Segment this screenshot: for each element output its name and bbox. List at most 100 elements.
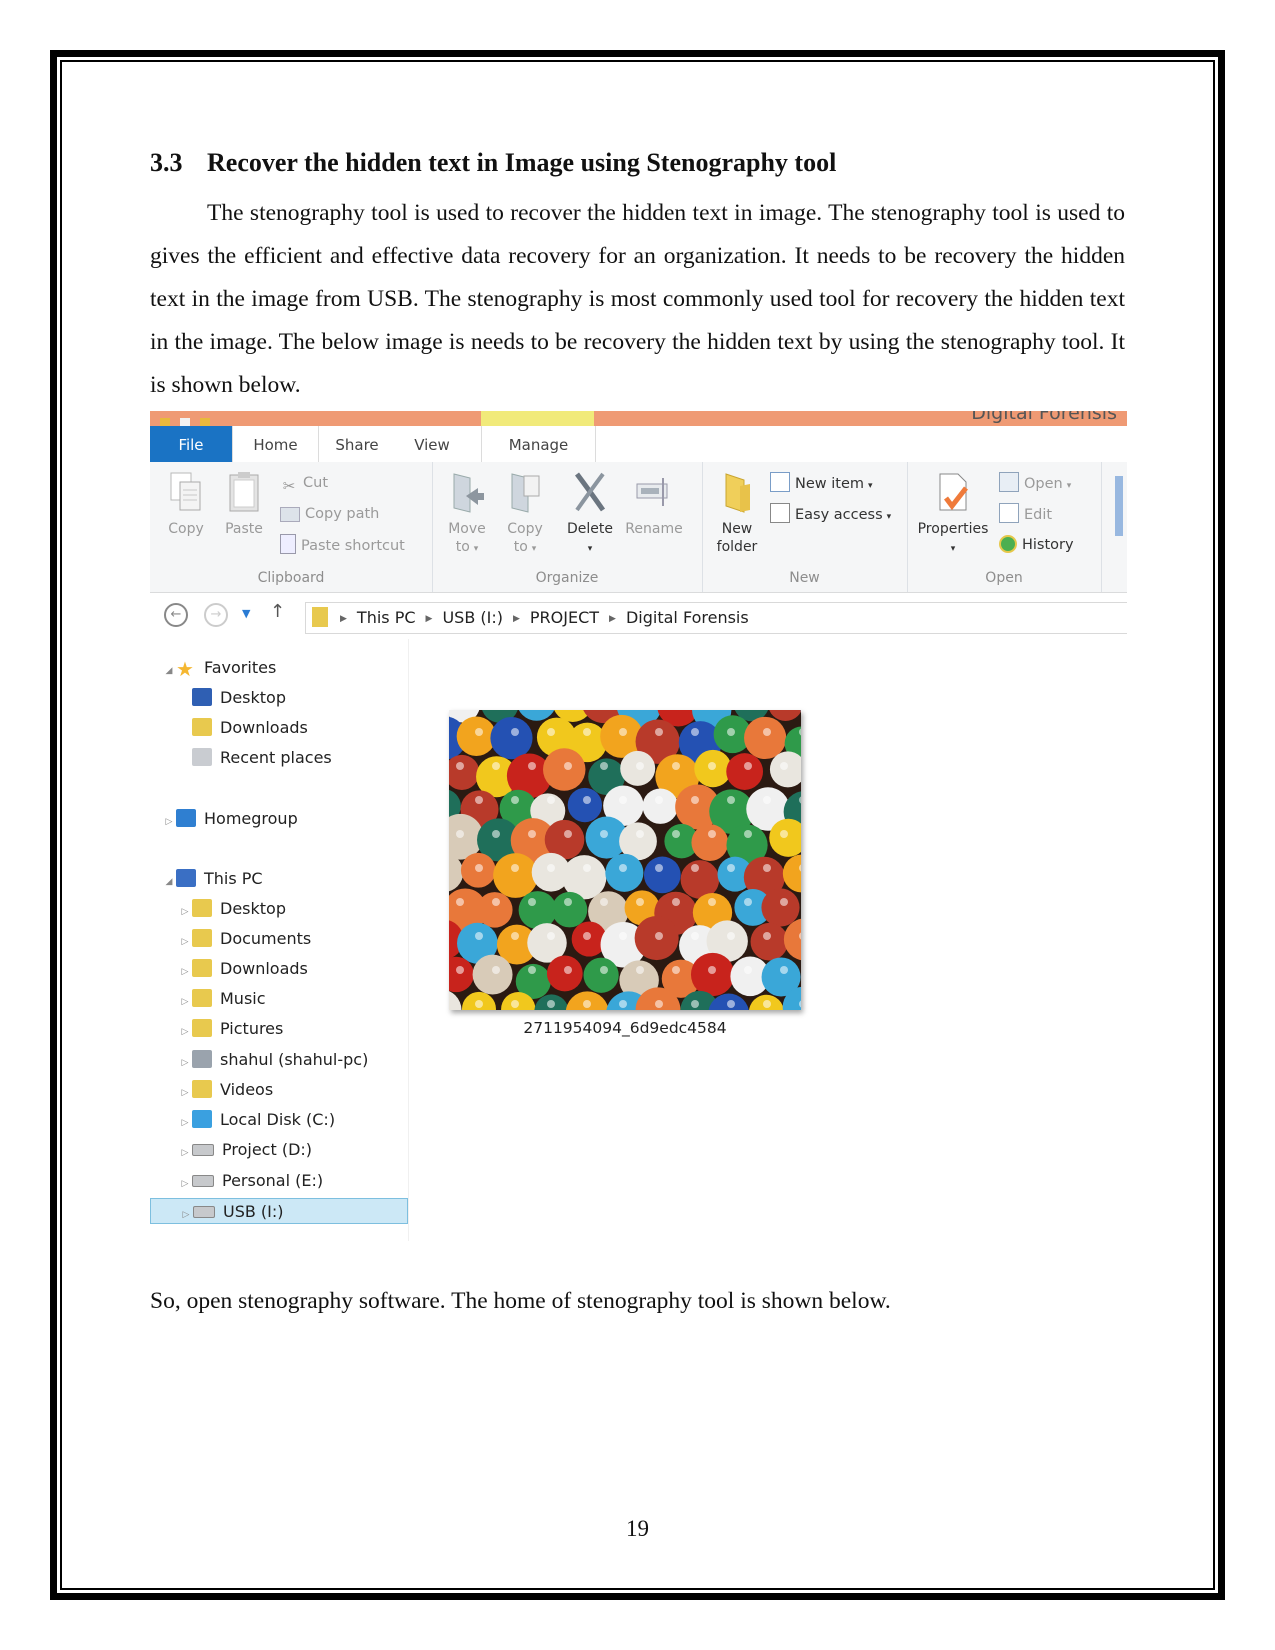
marble-highlight: [708, 830, 716, 838]
copy-to-button[interactable]: Copy to ▾: [498, 470, 552, 558]
marble-highlight: [511, 796, 519, 804]
expanded-arrow-icon[interactable]: ◢: [162, 658, 176, 684]
nav-item-favorites[interactable]: ◢ ★ Favorites: [150, 655, 277, 684]
collapsed-arrow-icon[interactable]: ▷: [178, 899, 192, 925]
up-button[interactable]: ↑: [270, 601, 285, 622]
marble: [490, 717, 533, 760]
marble-highlight: [475, 728, 483, 736]
tab-manage[interactable]: Manage: [481, 426, 596, 462]
breadcrumb-usb[interactable]: USB (I:): [442, 608, 503, 627]
scissors-icon: ✂: [282, 477, 296, 495]
marble-highlight: [636, 898, 644, 906]
collapsed-arrow-icon[interactable]: ▷: [178, 929, 192, 955]
nav-item-shahul-shahul-pc[interactable]: ▷ shahul (shahul-pc): [150, 1047, 368, 1073]
recent-locations-dropdown[interactable]: ▼: [242, 607, 250, 620]
videos-folder-icon: [192, 1080, 212, 1098]
nav-item-desktop[interactable]: ▷ Desktop: [150, 896, 286, 922]
copy-path-button[interactable]: Copy path: [280, 503, 379, 525]
open-button[interactable]: Open ▾: [999, 472, 1071, 494]
delete-button[interactable]: Delete ▾: [560, 470, 620, 558]
rename-button[interactable]: Rename: [622, 470, 686, 538]
collapsed-arrow-icon[interactable]: ▷: [178, 1171, 192, 1197]
page-number: 19: [626, 1516, 649, 1541]
marble-highlight: [528, 830, 536, 838]
marble-highlight: [636, 762, 644, 770]
forward-button[interactable]: →: [204, 603, 228, 627]
marble-highlight: [727, 1000, 735, 1008]
collapsed-arrow-icon[interactable]: ▷: [178, 1110, 192, 1136]
paste-shortcut-icon: [280, 534, 296, 554]
new-folder-button[interactable]: New folder: [710, 470, 764, 556]
breadcrumb-project[interactable]: PROJECT: [530, 608, 599, 627]
paragraph-text: The stenography tool is used to recover …: [150, 200, 1125, 398]
move-to-label: Move: [448, 521, 486, 537]
new-item-button[interactable]: New item ▾: [770, 472, 873, 494]
address-bar[interactable]: ▶ This PC ▶ USB (I:) ▶ PROJECT ▶ Digital Forens…: [305, 602, 1127, 634]
file-name[interactable]: 2711954094_6d9edc4584: [449, 1019, 801, 1037]
copy-button[interactable]: Copy: [164, 470, 208, 538]
collapsed-arrow-icon[interactable]: ▷: [178, 1140, 192, 1166]
move-to-button[interactable]: Move to ▾: [440, 470, 494, 558]
marble-highlight: [583, 864, 591, 872]
nav-item-pictures[interactable]: ▷ Pictures: [150, 1016, 283, 1042]
easy-access-button[interactable]: Easy access ▾: [770, 503, 891, 525]
marble-highlight: [600, 898, 608, 906]
nav-item-desktop[interactable]: Desktop: [150, 685, 286, 711]
breadcrumb-this-pc[interactable]: This PC: [357, 608, 416, 627]
marble-highlight: [763, 1000, 771, 1008]
navigation-pane: ◢ ★ Favorites Desktop Downloads Recent places…: [150, 639, 409, 1241]
marble: [472, 954, 513, 995]
marble-highlight: [780, 898, 788, 906]
nav-item-downloads[interactable]: ▷ Downloads: [150, 956, 308, 982]
collapsed-arrow-icon[interactable]: ▷: [162, 809, 176, 835]
tab-view[interactable]: View: [397, 426, 467, 462]
tab-share[interactable]: Share: [317, 426, 397, 462]
nav-item-music[interactable]: ▷ Music: [150, 986, 266, 1012]
paste-shortcut-button[interactable]: Paste shortcut: [280, 534, 405, 556]
desktop-folder-icon: [192, 899, 212, 917]
properties-button[interactable]: Properties ▾: [911, 470, 995, 558]
back-button[interactable]: ←: [164, 603, 188, 627]
nav-item-homegroup[interactable]: ▷ Homegroup: [150, 806, 298, 832]
collapsed-arrow-icon[interactable]: ▷: [178, 1019, 192, 1045]
expanded-arrow-icon[interactable]: ◢: [162, 869, 176, 895]
collapsed-arrow-icon[interactable]: ▷: [178, 989, 192, 1015]
nav-item-videos[interactable]: ▷ Videos: [150, 1077, 273, 1103]
tab-file[interactable]: File: [150, 426, 232, 462]
nav-item-downloads[interactable]: Downloads: [150, 715, 308, 741]
nav-item-documents[interactable]: ▷ Documents: [150, 926, 311, 952]
nav-item-this-pc[interactable]: ◢ This PC: [150, 866, 263, 892]
breadcrumb-digital-forensis[interactable]: Digital Forensis: [626, 608, 749, 627]
edit-label: Edit: [1024, 507, 1053, 523]
history-button[interactable]: History: [999, 534, 1074, 556]
nav-item-project-d[interactable]: ▷ Project (D:): [150, 1137, 313, 1166]
nav-item-label: Videos: [220, 1080, 274, 1099]
file-thumbnail[interactable]: [449, 710, 801, 1010]
paste-button[interactable]: Paste: [222, 470, 266, 538]
marble-highlight: [547, 932, 555, 940]
collapsed-arrow-icon[interactable]: ▷: [178, 1080, 192, 1106]
nav-item-label: Pictures: [220, 1019, 284, 1038]
marble-highlight: [708, 898, 716, 906]
marble-highlight: [511, 864, 519, 872]
collapsed-arrow-icon[interactable]: ▷: [178, 1050, 192, 1076]
collapsed-arrow-icon[interactable]: ▷: [179, 1202, 193, 1228]
rename-icon: [636, 478, 668, 506]
collapsed-arrow-icon[interactable]: ▷: [178, 959, 192, 985]
nav-item-recent-places[interactable]: Recent places: [150, 745, 332, 771]
marble-highlight: [619, 1000, 627, 1008]
marble-highlight: [655, 932, 663, 940]
nav-item-local-disk-c[interactable]: ▷ Local Disk (C:): [150, 1107, 335, 1133]
marble-highlight: [600, 762, 608, 770]
marble-highlight: [780, 966, 788, 974]
marble-highlight: [763, 864, 771, 872]
cut-button[interactable]: ✂ Cut: [280, 472, 328, 495]
marble-highlight: [655, 1000, 663, 1008]
marble-highlight: [744, 830, 752, 838]
tab-home[interactable]: Home: [232, 426, 319, 463]
nav-item-personal-e[interactable]: ▷ Personal (E:): [150, 1168, 324, 1197]
marble-highlight: [547, 864, 555, 872]
edit-button[interactable]: Edit: [999, 503, 1052, 525]
marble-highlight: [619, 864, 627, 872]
nav-item-usb-i[interactable]: ▷ USB (I:): [150, 1198, 408, 1224]
